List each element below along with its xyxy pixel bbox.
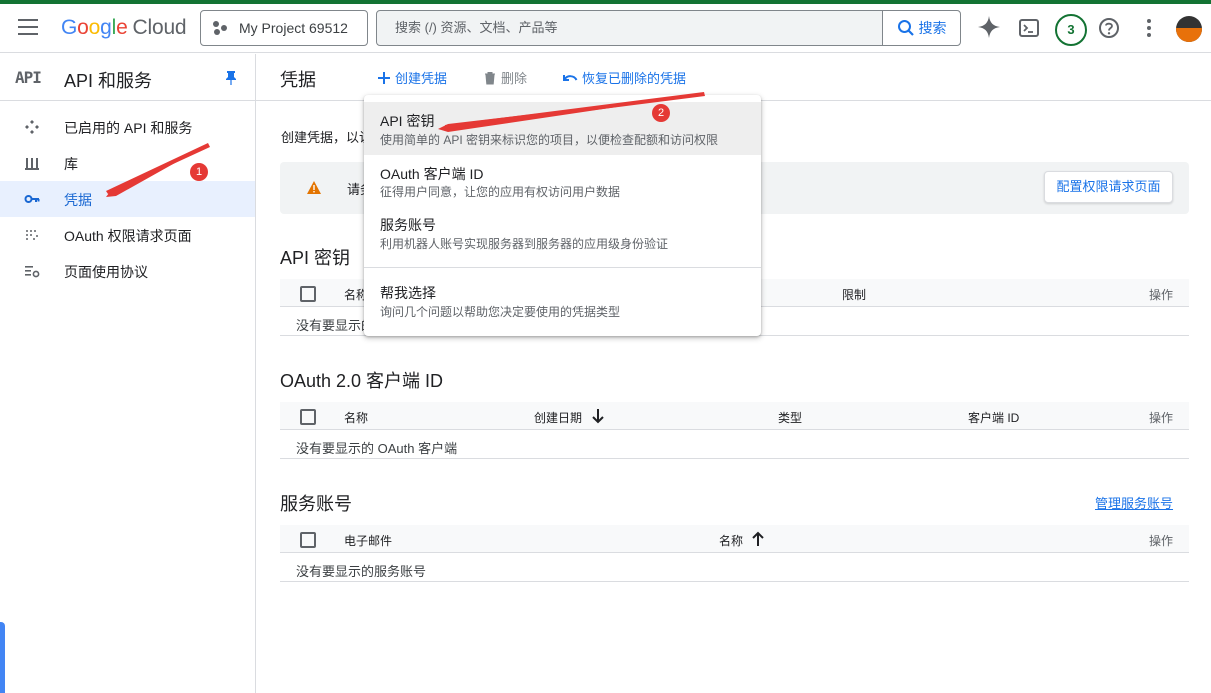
top-bar: Google Cloud My Project 69512 搜索 (/) 资源、文… (0, 4, 1211, 53)
library-icon (25, 158, 39, 170)
annotation-marker-2: 2 (652, 104, 670, 122)
cloud-shell-icon[interactable] (1018, 17, 1040, 39)
menu-item-service-account[interactable]: 服务账号 利用机器人账号实现服务器到服务器的应用级身份验证 (364, 207, 761, 259)
page-header: 凭据 创建凭据 删除 恢复已删除的凭据 (256, 54, 1211, 101)
plus-icon (378, 71, 390, 84)
column-actions: 操作 (1148, 288, 1173, 302)
column-name[interactable]: 名称 (344, 409, 368, 426)
menu-divider (364, 267, 761, 268)
notifications-badge[interactable]: 3 (1055, 14, 1087, 46)
sidebar-item-page-usage[interactable]: 页面使用协议 (0, 253, 255, 289)
configure-consent-button[interactable]: 配置权限请求页面 (1044, 171, 1173, 203)
sidebar: API API 和服务 已启用的 API 和服务 库 凭据 OAuth 权限请求… (0, 54, 256, 693)
annotation-marker-1: 1 (190, 163, 208, 181)
sidebar-item-oauth-consent[interactable]: OAuth 权限请求页面 (0, 217, 255, 253)
service-accounts-table-header: 电子邮件 名称 操作 (280, 525, 1189, 553)
api-logo: API (15, 68, 42, 87)
help-icon[interactable] (1098, 17, 1120, 39)
column-client-id[interactable]: 客户端 ID (968, 409, 1019, 426)
menu-item-oauth-client[interactable]: OAuth 客户端 ID 征得用户同意，让您的应用有权访问用户数据 (364, 155, 761, 207)
search-bar[interactable]: 搜索 (/) 资源、文档、产品等 搜索 (376, 10, 961, 46)
search-button[interactable]: 搜索 (882, 11, 960, 45)
menu-icon[interactable] (18, 19, 38, 35)
restore-deleted-button[interactable]: 恢复已删除的凭据 (562, 68, 686, 87)
column-name[interactable]: 名称 (719, 532, 743, 549)
search-input[interactable]: 搜索 (/) 资源、文档、产品等 (377, 11, 882, 45)
project-selector[interactable]: My Project 69512 (200, 10, 368, 46)
page-title: 凭据 (280, 70, 316, 90)
select-all-checkbox[interactable] (300, 532, 316, 548)
column-actions: 操作 (1148, 534, 1173, 548)
service-accounts-title: 服务账号 (280, 494, 352, 514)
search-icon (897, 20, 914, 36)
column-created-date[interactable]: 创建日期 (534, 409, 582, 426)
menu-item-api-key[interactable]: API 密钥 使用简单的 API 密钥来标识您的项目，以便检查配额和访问权限 (364, 102, 761, 155)
undo-icon (563, 74, 578, 81)
column-email[interactable]: 电子邮件 (344, 532, 392, 549)
sort-down-icon[interactable] (591, 408, 605, 424)
trash-icon (485, 71, 495, 84)
create-credentials-button[interactable]: 创建凭据 (377, 68, 447, 87)
select-all-checkbox[interactable] (300, 409, 316, 425)
sidebar-item-enabled-apis[interactable]: 已启用的 API 和服务 (0, 109, 255, 145)
select-all-checkbox[interactable] (300, 286, 316, 302)
service-accounts-empty-row: 没有要显示的服务账号 (280, 553, 1189, 582)
column-type[interactable]: 类型 (778, 409, 802, 426)
project-icon (213, 20, 229, 36)
sidebar-item-library[interactable]: 库 (0, 145, 255, 181)
column-actions: 操作 (1148, 411, 1173, 425)
oauth-empty-row: 没有要显示的 OAuth 客户端 (280, 430, 1189, 459)
api-diamond-icon (25, 120, 39, 134)
create-credentials-menu: API 密钥 使用简单的 API 密钥来标识您的项目，以便检查配额和访问权限 O… (364, 95, 761, 336)
oauth-table-header: 名称 创建日期 类型 客户端 ID 操作 (280, 402, 1189, 430)
manage-service-accounts-link[interactable]: 管理服务账号 (1095, 493, 1173, 512)
pin-icon[interactable] (225, 70, 237, 86)
sidebar-item-credentials[interactable]: 凭据 (0, 181, 255, 217)
avatar[interactable] (1176, 16, 1202, 42)
settings-list-icon (25, 266, 40, 278)
project-name: My Project 69512 (239, 20, 348, 36)
sidebar-title: API 和服务 (64, 71, 153, 91)
feedback-tab[interactable] (0, 622, 5, 693)
key-icon (24, 195, 40, 203)
api-keys-title: API 密钥 (280, 248, 351, 268)
google-cloud-logo[interactable]: Google Cloud (61, 16, 187, 40)
oauth-icon (26, 230, 38, 240)
oauth-title: OAuth 2.0 客户端 ID (280, 371, 444, 391)
intro-text: 创建凭据，以访 (281, 130, 373, 145)
menu-item-help-me-choose[interactable]: 帮我选择 询问几个问题以帮助您决定要使用的凭据类型 (364, 276, 761, 328)
warning-icon (307, 181, 321, 194)
sort-up-icon[interactable] (751, 531, 765, 547)
delete-button[interactable]: 删除 (483, 68, 527, 87)
column-restrictions: 限制 (842, 288, 867, 302)
sidebar-header: API API 和服务 (0, 54, 255, 101)
gemini-sparkle-icon[interactable] (977, 15, 1001, 39)
more-vert-icon[interactable] (1141, 17, 1157, 39)
